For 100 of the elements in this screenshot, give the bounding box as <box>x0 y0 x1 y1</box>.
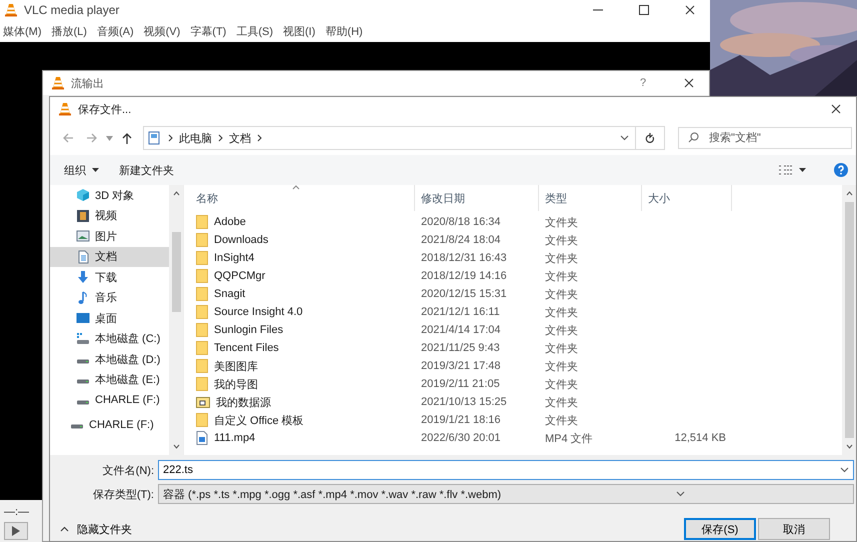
file-name[interactable]: QQPCMgr <box>214 270 266 282</box>
menu-item[interactable]: 音频(A) <box>94 24 141 38</box>
modified-date: 2019/1/21 18:16 <box>421 414 501 426</box>
file-type: 文件夹 <box>545 234 578 246</box>
sidebar-item[interactable]: CHARLE (F:) <box>50 414 169 435</box>
file-name[interactable]: Downloads <box>214 234 268 246</box>
menu-item[interactable]: 媒体(M) <box>0 24 48 38</box>
file-name[interactable]: Source Insight 4.0 <box>214 306 303 318</box>
sidebar-item[interactable]: 3D 对象 <box>50 185 169 206</box>
search-icon <box>688 132 699 143</box>
modified-date: 2021/10/13 15:25 <box>421 396 507 408</box>
file-name[interactable]: Snagit <box>214 288 246 300</box>
sidebar-item[interactable]: 下载 <box>50 267 169 288</box>
help-button[interactable]: ? <box>623 77 663 89</box>
file-name[interactable]: Sunlogin Files <box>214 324 284 336</box>
close-icon[interactable] <box>684 78 694 88</box>
address-bar[interactable]: 此电脑 文档 <box>143 126 665 150</box>
dialog-title: 保存文件... <box>78 102 132 116</box>
caret-icon[interactable] <box>799 168 806 172</box>
cancel-button[interactable]: 取消 <box>758 518 830 540</box>
column-header[interactable]: 类型 <box>539 185 642 211</box>
dialog-title: 流输出 <box>71 76 105 90</box>
sidebar-item[interactable]: 桌面 <box>50 308 169 328</box>
file-type-dropdown[interactable]: 容器 (*.ps *.ts *.mpg *.ogg *.asf *.mp4 *.mov *.wav *.raw *.flv *.webm) <box>158 484 854 504</box>
hide-folders-toggle[interactable]: 隐藏文件夹 <box>60 522 132 536</box>
file-name[interactable]: 我的数据源 <box>216 394 271 410</box>
chevron-up-icon[interactable] <box>172 191 180 196</box>
close-icon[interactable] <box>685 5 695 15</box>
organize-menu[interactable]: 组织 <box>64 162 99 178</box>
file-type: 文件夹 <box>545 252 578 264</box>
scrollbar-thumb[interactable] <box>172 232 180 312</box>
caret-icon <box>92 168 99 172</box>
new-folder-button[interactable]: 新建文件夹 <box>119 162 174 178</box>
scrollbar[interactable] <box>169 185 183 455</box>
menu-item[interactable]: 视图(I) <box>280 24 322 38</box>
sidebar-item[interactable]: 本地磁盘 (E:) <box>50 370 169 390</box>
file-type: 文件夹 <box>545 306 578 318</box>
menu-item[interactable]: 播放(L) <box>48 24 94 38</box>
close-icon[interactable] <box>831 104 841 114</box>
vlc-cone-icon <box>51 76 65 90</box>
menu-item[interactable]: 帮助(H) <box>322 24 370 38</box>
play-button[interactable] <box>4 522 28 540</box>
modified-date: 2018/12/31 16:43 <box>421 252 507 264</box>
file-name[interactable]: Adobe <box>214 216 246 228</box>
chevron-down-icon[interactable] <box>172 444 180 449</box>
breadcrumb-item[interactable]: 此电脑 <box>179 130 212 146</box>
refresh-icon[interactable] <box>645 132 655 144</box>
sidebar-item[interactable]: 音乐 <box>50 288 169 308</box>
sort-caret-icon <box>292 185 300 190</box>
file-name[interactable]: 美图图库 <box>214 358 258 374</box>
column-header[interactable]: 修改日期 <box>415 185 539 211</box>
sidebar-item[interactable]: 文档 <box>50 246 169 267</box>
help-icon[interactable] <box>834 163 848 177</box>
down-arrow-icon <box>76 270 90 284</box>
folder-icon <box>196 251 208 265</box>
file-name[interactable]: 自定义 Office 模板 <box>214 412 304 428</box>
folder-icon <box>196 215 208 229</box>
chevron-down-icon[interactable] <box>676 491 685 497</box>
file-name[interactable]: InSight4 <box>214 252 254 264</box>
chevron-down-icon[interactable] <box>620 135 628 141</box>
folder-icon <box>196 287 208 301</box>
file-name[interactable]: 我的导图 <box>214 376 258 392</box>
column-header[interactable]: 大小 <box>642 185 732 211</box>
file-name[interactable]: Tencent Files <box>214 342 279 354</box>
menu-item[interactable]: 工具(S) <box>233 24 280 38</box>
chevron-down-icon[interactable] <box>840 467 848 473</box>
field-label: 保存类型(T): <box>92 488 155 502</box>
chevron-down-icon[interactable] <box>846 444 852 449</box>
file-type: 文件夹 <box>545 216 578 228</box>
modified-date: 2020/8/18 16:34 <box>421 216 501 228</box>
save-button[interactable]: 保存(S) <box>684 518 756 540</box>
sidebar-item[interactable]: 视频 <box>50 206 169 226</box>
menu-item[interactable]: 字幕(T) <box>187 24 234 38</box>
chevron-up-icon[interactable] <box>846 191 852 196</box>
scrollbar[interactable] <box>842 185 856 455</box>
sidebar-item[interactable]: 本地磁盘 (D:) <box>50 349 169 370</box>
search-field[interactable]: 搜索"文档" <box>678 127 852 149</box>
field-label: 文件名(N): <box>102 464 155 478</box>
chevron-up-icon <box>60 526 69 532</box>
chevron-right-icon <box>257 134 262 142</box>
folder-icon <box>196 396 210 408</box>
file-type: 文件夹 <box>545 288 578 300</box>
drive-icon <box>76 379 90 384</box>
document-icon <box>76 250 90 264</box>
file-name[interactable]: 111.mp4 <box>214 432 256 444</box>
file-type: MP4 文件 <box>545 432 593 444</box>
sidebar-item[interactable]: 本地磁盘 (C:) <box>50 328 169 349</box>
maximize-icon[interactable] <box>639 5 649 15</box>
file-type: 文件夹 <box>545 324 578 336</box>
sidebar-item[interactable]: CHARLE (F:) <box>50 390 169 410</box>
column-header[interactable]: 名称 <box>184 185 415 211</box>
view-options-icon[interactable] <box>779 164 793 176</box>
modified-date: 2021/8/24 18:04 <box>421 234 501 246</box>
scrollbar-thumb[interactable] <box>844 202 854 438</box>
file-name-field[interactable]: 222.ts <box>158 460 854 480</box>
sidebar-item[interactable]: 图片 <box>50 226 169 246</box>
folder-icon <box>196 359 208 373</box>
modified-date: 2022/6/30 20:01 <box>421 432 501 444</box>
menu-item[interactable]: 视频(V) <box>140 24 188 38</box>
breadcrumb-item[interactable]: 文档 <box>229 130 251 146</box>
